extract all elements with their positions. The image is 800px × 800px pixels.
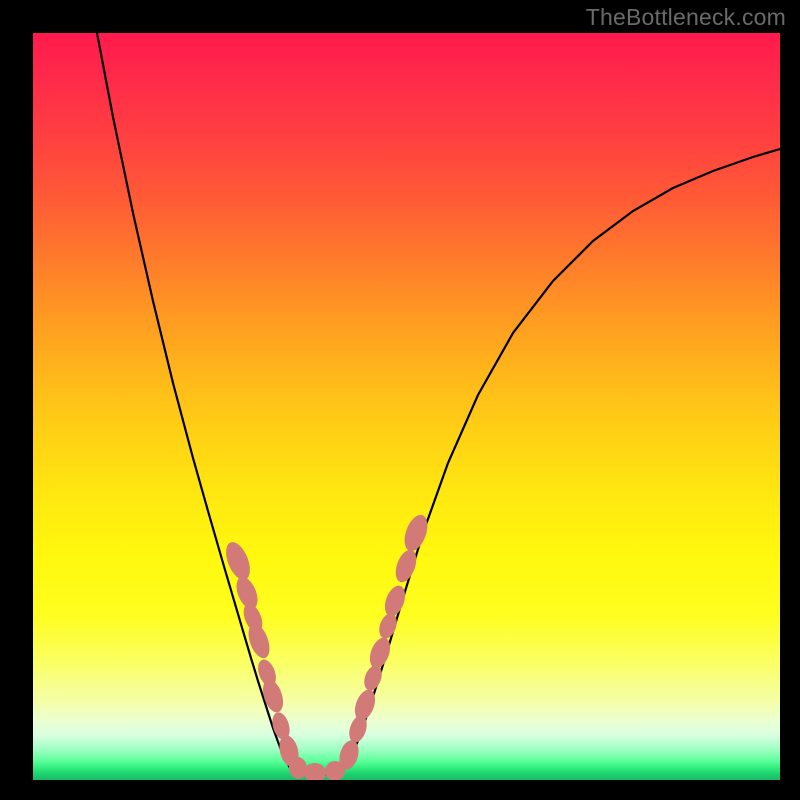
plot-area xyxy=(33,33,780,780)
curve-right-branch xyxy=(345,149,780,768)
chart-frame: TheBottleneck.com xyxy=(0,0,800,800)
bead-left-3 xyxy=(244,621,273,661)
bead-right-8 xyxy=(400,512,432,555)
bead-right-6 xyxy=(381,583,409,619)
bead-floor-1 xyxy=(304,763,326,780)
curve-left-branch xyxy=(97,33,290,768)
bottleneck-curve-svg xyxy=(33,33,780,780)
bead-right-5 xyxy=(376,611,400,641)
bead-markers xyxy=(221,512,432,780)
watermark-text: TheBottleneck.com xyxy=(586,4,786,31)
